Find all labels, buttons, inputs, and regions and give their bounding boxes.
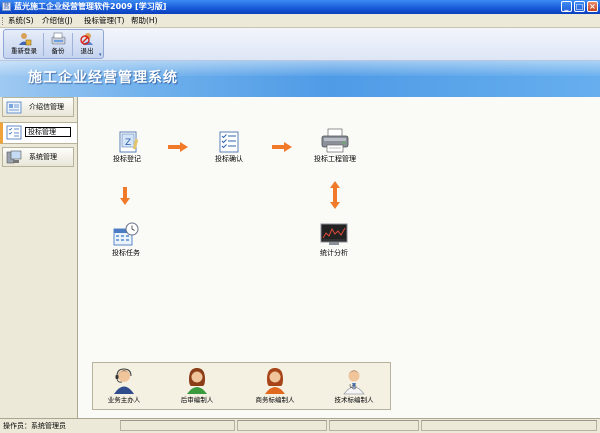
- menu-grip[interactable]: [2, 17, 5, 25]
- workflow-node-label: 投标登记: [113, 155, 141, 163]
- svg-text:Z: Z: [125, 138, 131, 148]
- arrow-right-icon: [167, 141, 189, 155]
- workflow-node-confirm[interactable]: 投标确认: [205, 131, 253, 164]
- relogin-label: 重新登录: [11, 47, 37, 55]
- sidebar-item-bidding[interactable]: 投标管理: [0, 122, 77, 144]
- woman-avatar-icon: [184, 365, 210, 395]
- role-technical-bid-editor[interactable]: 技术标编制人: [324, 365, 384, 405]
- menu-help[interactable]: 帮助(H): [131, 16, 158, 26]
- app-icon[interactable]: 蓝: [2, 2, 11, 11]
- backup-icon: [51, 32, 66, 46]
- chart-monitor-icon: [320, 223, 348, 247]
- roles-panel: 业务主办人 后审编制人 商务标编制人 技术标编制人: [92, 362, 391, 410]
- workflow-node-register[interactable]: Z 投标登记: [106, 131, 148, 164]
- toolbar: 重新登录 备份 退出 ▾: [0, 28, 600, 61]
- banner-title: 施工企业经营管理系统: [28, 70, 178, 86]
- sidebar-item-label: 介绍信管理: [29, 103, 64, 111]
- menu-bidding[interactable]: 投标管理(T): [84, 16, 124, 26]
- workflow-node-label: 投标工程管理: [314, 155, 356, 163]
- status-panel: [329, 420, 419, 431]
- role-post-review-editor[interactable]: 后审编制人: [167, 365, 227, 405]
- computer-icon: [6, 150, 22, 165]
- relogin-button[interactable]: 重新登录: [7, 31, 41, 58]
- status-bar: 操作员：系统管理员: [0, 418, 600, 433]
- workflow-node-label: 投标确认: [215, 155, 243, 163]
- workflow-node-label: 投标任务: [112, 249, 140, 257]
- status-operator: 操作员：系统管理员: [3, 422, 66, 430]
- title-bar: 蓝 蓝光施工企业经营管理软件2009 [学习版] _ □ ×: [0, 0, 600, 14]
- role-label: 技术标编制人: [334, 396, 374, 404]
- window-title: 蓝光施工企业经营管理软件2009 [学习版]: [14, 2, 167, 11]
- sidebar: 介绍信管理 投标管理 系统管理: [0, 97, 78, 418]
- toolbar-separator: [43, 33, 44, 56]
- role-label: 后审编制人: [180, 396, 214, 404]
- status-panel: [237, 420, 327, 431]
- calendar-icon: [112, 222, 140, 247]
- arrow-updown-icon: [329, 180, 341, 212]
- checklist-icon: [6, 125, 22, 140]
- workflow-node-task[interactable]: 投标任务: [105, 222, 147, 258]
- toolbar-overflow-icon[interactable]: ▾: [99, 52, 102, 58]
- sidebar-item-introduction[interactable]: 介绍信管理: [2, 97, 74, 117]
- banner: 施工企业经营管理系统: [0, 61, 600, 97]
- maximize-button[interactable]: □: [574, 1, 585, 12]
- close-button[interactable]: ×: [587, 1, 598, 12]
- arrow-right-icon: [271, 141, 293, 155]
- sidebar-item-label: 系统管理: [29, 153, 57, 161]
- role-label: 业务主办人: [107, 396, 141, 404]
- workflow-node-statistics[interactable]: 统计分析: [313, 223, 355, 258]
- status-panel: [120, 420, 235, 431]
- doctor-avatar-icon: [341, 365, 367, 395]
- exit-icon: [79, 32, 95, 46]
- role-business-bid-editor[interactable]: 商务标编制人: [245, 365, 305, 405]
- printer-icon: [320, 128, 350, 153]
- menu-system[interactable]: 系统(S): [8, 16, 34, 26]
- exit-label: 退出: [80, 47, 94, 55]
- role-label: 商务标编制人: [255, 396, 295, 404]
- woman-orange-avatar-icon: [262, 365, 288, 395]
- status-panel: [421, 420, 597, 431]
- toolbar-group: 重新登录 备份 退出 ▾: [3, 29, 104, 59]
- workflow-node-project[interactable]: 投标工程管理: [308, 128, 362, 164]
- minimize-button[interactable]: _: [561, 1, 572, 12]
- checklist-icon: [216, 131, 242, 153]
- exit-button[interactable]: 退出: [75, 31, 99, 58]
- operator-headset-icon: [111, 365, 137, 395]
- toolbar-separator: [72, 33, 73, 56]
- document-icon: [6, 100, 22, 115]
- sidebar-item-system[interactable]: 系统管理: [2, 147, 74, 167]
- user-lock-icon: [17, 32, 32, 46]
- workflow-node-label: 统计分析: [320, 249, 348, 257]
- register-icon: Z: [114, 131, 140, 153]
- menu-bar: 系统(S) 介绍信(J) 投标管理(T) 帮助(H): [0, 14, 600, 28]
- backup-button[interactable]: 备份: [46, 31, 70, 58]
- arrow-down-icon: [119, 186, 131, 208]
- sidebar-item-label: 投标管理: [25, 127, 71, 137]
- role-business-owner[interactable]: 业务主办人: [94, 365, 154, 405]
- backup-label: 备份: [51, 47, 65, 55]
- menu-introduction[interactable]: 介绍信(J): [42, 16, 73, 26]
